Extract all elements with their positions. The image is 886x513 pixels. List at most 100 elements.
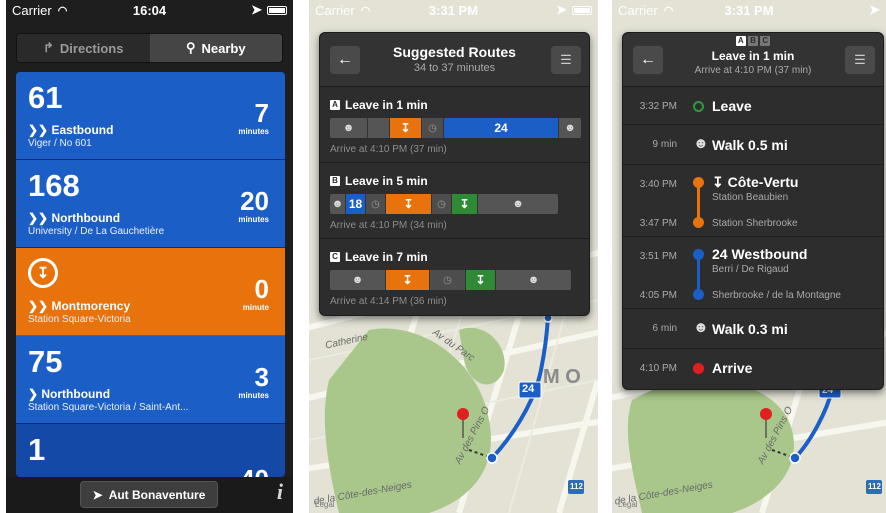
suggested-routes-screen: Av du Parc Catherine de la Côte-des-Neig… xyxy=(309,0,598,513)
legal-link[interactable]: Legal xyxy=(618,500,638,509)
carrier-label: Carrier xyxy=(315,2,355,18)
itinerary-step[interactable]: 3:32 PM Leave xyxy=(623,87,883,125)
step-label: Leave xyxy=(712,98,752,114)
itinerary-step[interactable]: 4:10 PM Arrive xyxy=(623,349,883,389)
departures-list: 61 ❯❯ Eastbound Viger / No 601 7 minutes… xyxy=(16,72,285,477)
clock-icon: ◷ xyxy=(432,194,452,214)
wifi-icon: ◠ xyxy=(57,4,68,17)
minutes-away: 3 xyxy=(254,362,269,392)
step-time: 4:10 PM xyxy=(639,363,677,374)
bottom-toolbar: ➤ Aut Bonaventure i xyxy=(6,477,293,513)
turn-right-icon: ↱ xyxy=(43,40,54,55)
tab-nearby[interactable]: ⚲ Nearby xyxy=(149,34,282,62)
status-bar: Carrier ◠ 3:31 PM ➤ xyxy=(612,0,886,20)
step-detail: Berri / De Rigaud xyxy=(712,264,789,275)
status-bar: Carrier ◠ 3:31 PM ➤ xyxy=(309,0,598,20)
option-badge: C xyxy=(330,252,340,262)
arrival-time: Arrive at 4:10 PM (37 min) xyxy=(330,144,447,155)
step-time: 3:51 PM xyxy=(639,251,677,262)
route-number: 1 xyxy=(28,432,46,467)
step-detail: Station Beaubien xyxy=(712,192,789,203)
clock: 3:31 PM xyxy=(724,2,774,18)
stop-name: Station Square-Victoria / Saint-Ant... xyxy=(28,402,189,413)
departure-card[interactable]: 1 40 xyxy=(16,424,285,477)
location-arrow-icon: ➤ xyxy=(251,2,262,17)
carrier-label: Carrier xyxy=(618,2,658,18)
walk-icon: ☻ xyxy=(496,270,571,290)
option-badge[interactable]: A xyxy=(735,36,746,46)
arrival-time: Arrive at 4:14 PM (36 min) xyxy=(330,296,447,307)
list-view-button[interactable]: ☰ xyxy=(551,46,581,74)
route-option[interactable]: A Leave in 1 min ☻ ↧ ◷ 24 ☻ Arrive at 4:1… xyxy=(320,87,589,163)
itinerary-step[interactable]: 3:40 PM ↧ Côte-Vertu Station Beaubien 3:… xyxy=(623,165,883,237)
map-area-label: M O xyxy=(543,366,581,388)
clock: 3:31 PM xyxy=(428,2,479,18)
metro-icon: ↧ xyxy=(712,174,724,190)
walk-icon: ☻ xyxy=(559,118,581,138)
route-number: 168 xyxy=(28,168,80,203)
clock-icon: ◷ xyxy=(422,118,444,138)
list-view-button[interactable]: ☰ xyxy=(845,46,875,74)
stop-name: Viger / No 601 xyxy=(28,138,92,149)
departure-card[interactable]: 75 ❯ Northbound Station Square-Victoria … xyxy=(16,336,285,424)
location-arrow-icon: ➤ xyxy=(92,487,103,502)
wifi-icon: ◠ xyxy=(360,4,371,17)
bus-segment: 18 xyxy=(346,194,366,214)
metro-icon: ↧ xyxy=(452,194,478,214)
walk-icon: ☻ xyxy=(478,194,558,214)
walk-icon: ☻ xyxy=(693,319,709,336)
minutes-unit: minutes xyxy=(238,215,269,224)
option-badge[interactable]: B xyxy=(748,36,758,46)
minutes-away: 0 xyxy=(254,274,269,304)
metro-icon: ↧ xyxy=(466,270,496,290)
arrival-time: Arrive at 4:10 PM (34 min) xyxy=(330,220,447,231)
location-arrow-icon: ➤ xyxy=(556,2,567,17)
step-time: 6 min xyxy=(652,323,677,334)
itinerary-panel: ← A B C Leave in 1 min Arrive at 4:10 PM… xyxy=(622,32,884,390)
minutes-unit: minute xyxy=(242,303,269,312)
step-label: Arrive xyxy=(712,360,753,376)
itinerary-screen: de la Côte-des-Neiges Av des Pins O 24 1… xyxy=(612,0,886,513)
option-title: Leave in 5 min xyxy=(345,174,428,188)
highway-shield: 112 xyxy=(868,482,881,491)
itinerary-step[interactable]: 3:51 PM 24 Westbound Berri / De Rigaud 4… xyxy=(623,237,883,309)
panel-header: ← A B C Leave in 1 min Arrive at 4:10 PM… xyxy=(623,33,883,87)
option-title: Leave in 1 min xyxy=(345,98,428,112)
location-pin-icon: ⚲ xyxy=(185,40,196,55)
departure-card[interactable]: 61 ❯❯ Eastbound Viger / No 601 7 minutes xyxy=(16,72,285,160)
walk-icon: ☻ xyxy=(330,270,386,290)
step-label: 24 Westbound xyxy=(712,246,808,262)
battery-icon xyxy=(572,5,592,15)
start-icon xyxy=(693,101,704,112)
legal-link[interactable]: Legal xyxy=(315,500,335,509)
status-bar: Carrier ◠ 16:04 ➤ xyxy=(6,0,293,20)
stop-name: Station Square-Victoria xyxy=(28,314,131,325)
metro-icon: ↧ xyxy=(386,270,430,290)
panel-title: Suggested Routes xyxy=(393,44,516,60)
step-detail: Sherbrooke / de la Montagne xyxy=(712,290,841,301)
option-badge[interactable]: C xyxy=(760,36,771,46)
step-time: 9 min xyxy=(652,139,677,150)
departure-card[interactable]: 168 ❯❯ Northbound University / De La Gau… xyxy=(16,160,285,248)
current-location-button[interactable]: ➤ Aut Bonaventure xyxy=(80,481,218,508)
route-option[interactable]: C Leave in 7 min ☻ ↧ ◷ ↧ ☻ Arrive at 4:14… xyxy=(320,239,589,315)
walk-icon: ☻ xyxy=(330,194,346,214)
departure-card[interactable]: ↧ ❯❯ Montmorency Station Square-Victoria… xyxy=(16,248,285,336)
step-label: ↧ Côte-Vertu xyxy=(712,174,799,190)
info-icon[interactable]: i xyxy=(277,479,283,505)
suggested-routes-panel: ← Suggested Routes 34 to 37 minutes ☰ AL… xyxy=(319,32,590,316)
minutes-away: 40 xyxy=(240,464,269,477)
route-option[interactable]: B Leave in 5 min ☻ 18 ◷ ↧ ◷ ↧ ☻ Arrive at… xyxy=(320,163,589,239)
tab-directions[interactable]: ↱ Directions xyxy=(17,34,150,62)
panel-subtitle: 34 to 37 minutes xyxy=(413,62,496,74)
itinerary-step[interactable]: 9 min ☻ Walk 0.5 mi xyxy=(623,125,883,165)
minutes-unit: minutes xyxy=(238,127,269,136)
clock-icon: ◷ xyxy=(366,194,386,214)
clock-icon: ◷ xyxy=(430,270,466,290)
bus-segment: 24 xyxy=(444,118,559,138)
itinerary-step[interactable]: 6 min ☻ Walk 0.3 mi xyxy=(623,309,883,349)
route-direction: ❯❯ Eastbound xyxy=(28,123,114,137)
clock: 16:04 xyxy=(132,2,167,18)
nearby-screen: Carrier ◠ 16:04 ➤ ↱ Directions ⚲ Nearby 61… xyxy=(6,0,293,513)
panel-header: ← Suggested Routes 34 to 37 minutes ☰ xyxy=(320,33,589,87)
